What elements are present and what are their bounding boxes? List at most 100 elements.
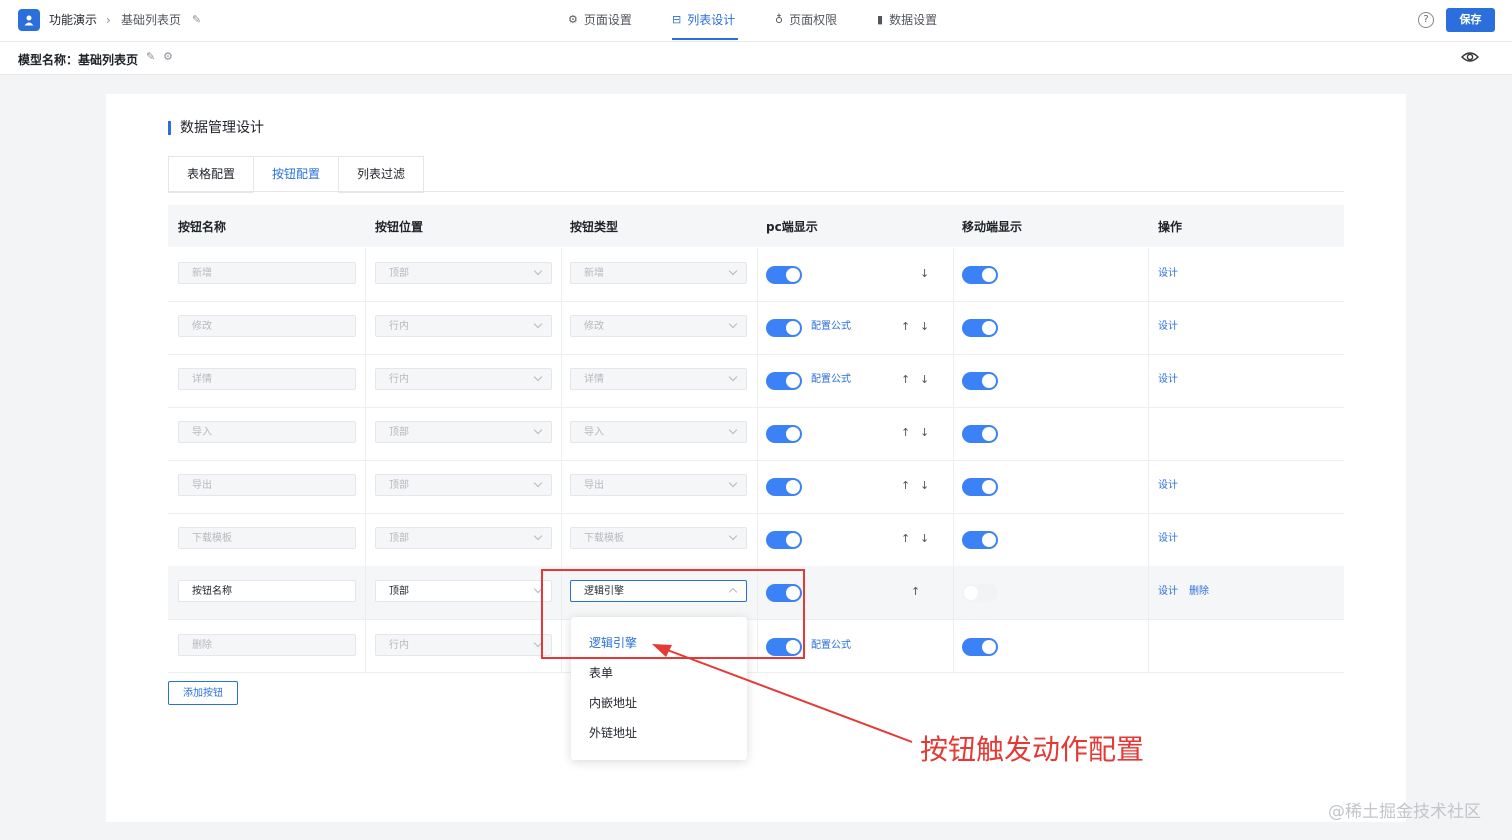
table-row: 下载模板 顶部 下载模板 ↑ ↓ 设计 bbox=[168, 513, 1344, 567]
move-up-icon[interactable]: ↑ bbox=[901, 479, 910, 493]
button-type-select[interactable]: 下载模板 bbox=[570, 527, 747, 549]
button-type-select[interactable]: 导出 bbox=[570, 474, 747, 496]
preview-eye-icon[interactable] bbox=[1461, 50, 1479, 64]
design-link[interactable]: 设计 bbox=[1158, 532, 1178, 546]
mobile-display-toggle[interactable] bbox=[962, 319, 998, 337]
save-button[interactable]: 保存 bbox=[1446, 8, 1495, 32]
edit-model-icon[interactable]: ✎ bbox=[146, 50, 155, 63]
move-down-icon[interactable]: ↓ bbox=[920, 532, 929, 546]
button-position-select[interactable]: 行内 bbox=[375, 315, 552, 337]
button-name-input[interactable]: 下载模板 bbox=[178, 527, 356, 549]
breadcrumb-page[interactable]: 基础列表页 bbox=[121, 12, 181, 28]
delete-link[interactable]: 删除 bbox=[1189, 585, 1209, 599]
button-name-input[interactable]: 删除 bbox=[178, 634, 356, 656]
nav-list-design[interactable]: ⊟ 列表设计 bbox=[672, 12, 735, 28]
move-up-icon[interactable]: ↑ bbox=[901, 532, 910, 546]
mobile-display-toggle[interactable] bbox=[962, 266, 998, 284]
settings-icon[interactable]: ⚙ bbox=[163, 50, 173, 63]
mobile-display-toggle[interactable] bbox=[962, 638, 998, 656]
button-position-select[interactable]: 顶部 bbox=[375, 580, 552, 602]
cell-divider bbox=[953, 460, 954, 513]
button-name-input[interactable]: 按钮名称 bbox=[178, 580, 356, 602]
move-up-icon[interactable]: ↑ bbox=[901, 426, 910, 440]
edit-page-name-icon[interactable]: ✎ bbox=[192, 12, 201, 28]
tab-button-config[interactable]: 按钮配置 bbox=[253, 156, 339, 193]
button-position-select[interactable]: 行内 bbox=[375, 368, 552, 390]
cell-divider bbox=[1148, 513, 1149, 566]
mobile-display-toggle[interactable] bbox=[962, 425, 998, 443]
design-link[interactable]: 设计 bbox=[1158, 267, 1178, 281]
dropdown-option-external-link[interactable]: 外链地址 bbox=[589, 726, 637, 740]
button-position-select[interactable]: 顶部 bbox=[375, 527, 552, 549]
breadcrumb-separator-icon: › bbox=[106, 13, 111, 27]
chevron-down-icon bbox=[728, 319, 738, 329]
design-link[interactable]: 设计 bbox=[1158, 479, 1178, 493]
design-link[interactable]: 设计 bbox=[1158, 320, 1178, 334]
button-name-input[interactable]: 修改 bbox=[178, 315, 356, 337]
gear-icon: ⚙ bbox=[568, 13, 578, 26]
cell-divider bbox=[365, 513, 366, 566]
pc-display-toggle[interactable] bbox=[766, 372, 802, 390]
cell-divider bbox=[953, 301, 954, 354]
cell-divider bbox=[757, 460, 758, 513]
active-nav-underline bbox=[672, 38, 738, 40]
button-position-select[interactable]: 行内 bbox=[375, 634, 552, 656]
move-down-icon[interactable]: ↓ bbox=[920, 426, 929, 440]
app-logo-icon[interactable] bbox=[18, 9, 40, 31]
pc-display-toggle[interactable] bbox=[766, 425, 802, 443]
chevron-down-icon bbox=[533, 425, 543, 435]
button-name-input[interactable]: 详情 bbox=[178, 368, 356, 390]
move-down-icon[interactable]: ↓ bbox=[920, 479, 929, 493]
col-mobile-display: 移动端显示 bbox=[962, 220, 1023, 234]
add-button[interactable]: 添加按钮 bbox=[168, 681, 238, 705]
move-up-icon[interactable]: ↑ bbox=[901, 320, 910, 334]
tab-table-config[interactable]: 表格配置 bbox=[168, 156, 254, 193]
button-position-select[interactable]: 顶部 bbox=[375, 262, 552, 284]
button-name-input[interactable]: 导入 bbox=[178, 421, 356, 443]
cell-divider bbox=[561, 513, 562, 566]
move-up-icon[interactable]: ↑ bbox=[911, 585, 920, 599]
config-formula-link[interactable]: 配置公式 bbox=[811, 373, 851, 387]
pc-display-toggle[interactable] bbox=[766, 319, 802, 337]
mobile-display-toggle[interactable] bbox=[962, 478, 998, 496]
button-type-select[interactable]: 详情 bbox=[570, 368, 747, 390]
select-value: 顶部 bbox=[389, 480, 409, 491]
dropdown-option-embedded-url[interactable]: 内嵌地址 bbox=[589, 696, 637, 710]
select-value: 修改 bbox=[584, 321, 604, 332]
table-row: 导出 顶部 导出 ↑ ↓ 设计 bbox=[168, 460, 1344, 514]
select-value: 顶部 bbox=[389, 268, 409, 279]
nav-page-permissions[interactable]: ♁ 页面权限 bbox=[775, 12, 837, 28]
button-name-input[interactable]: 新增 bbox=[178, 262, 356, 284]
dropdown-option-form[interactable]: 表单 bbox=[589, 666, 613, 680]
mobile-display-toggle[interactable] bbox=[962, 584, 998, 602]
mobile-display-toggle[interactable] bbox=[962, 372, 998, 390]
mobile-display-toggle[interactable] bbox=[962, 531, 998, 549]
button-type-select[interactable]: 导入 bbox=[570, 421, 747, 443]
move-down-icon[interactable]: ↓ bbox=[920, 267, 929, 281]
button-position-select[interactable]: 顶部 bbox=[375, 474, 552, 496]
select-value: 行内 bbox=[389, 374, 409, 385]
move-down-icon[interactable]: ↓ bbox=[920, 373, 929, 387]
config-formula-link[interactable]: 配置公式 bbox=[811, 320, 851, 334]
design-link[interactable]: 设计 bbox=[1158, 585, 1178, 599]
pc-display-toggle[interactable] bbox=[766, 478, 802, 496]
pc-display-toggle[interactable] bbox=[766, 266, 802, 284]
button-name-input[interactable]: 导出 bbox=[178, 474, 356, 496]
cell-divider bbox=[953, 248, 954, 301]
move-up-icon[interactable]: ↑ bbox=[901, 373, 910, 387]
button-type-select[interactable]: 新增 bbox=[570, 262, 747, 284]
button-type-select[interactable]: 修改 bbox=[570, 315, 747, 337]
tab-list-filter[interactable]: 列表过滤 bbox=[338, 156, 425, 193]
select-value: 顶部 bbox=[389, 533, 409, 544]
pc-display-toggle[interactable] bbox=[766, 531, 802, 549]
button-position-select[interactable]: 顶部 bbox=[375, 421, 552, 443]
design-link[interactable]: 设计 bbox=[1158, 373, 1178, 387]
nav-data-settings[interactable]: ▮ 数据设置 bbox=[877, 12, 937, 28]
tabs-divider bbox=[168, 191, 1344, 192]
cell-divider bbox=[365, 460, 366, 513]
nav-page-settings[interactable]: ⚙ 页面设置 bbox=[568, 12, 632, 28]
help-icon[interactable]: ? bbox=[1418, 12, 1434, 28]
breadcrumb-app[interactable]: 功能演示 bbox=[49, 12, 97, 28]
chevron-down-icon bbox=[728, 425, 738, 435]
move-down-icon[interactable]: ↓ bbox=[920, 320, 929, 334]
